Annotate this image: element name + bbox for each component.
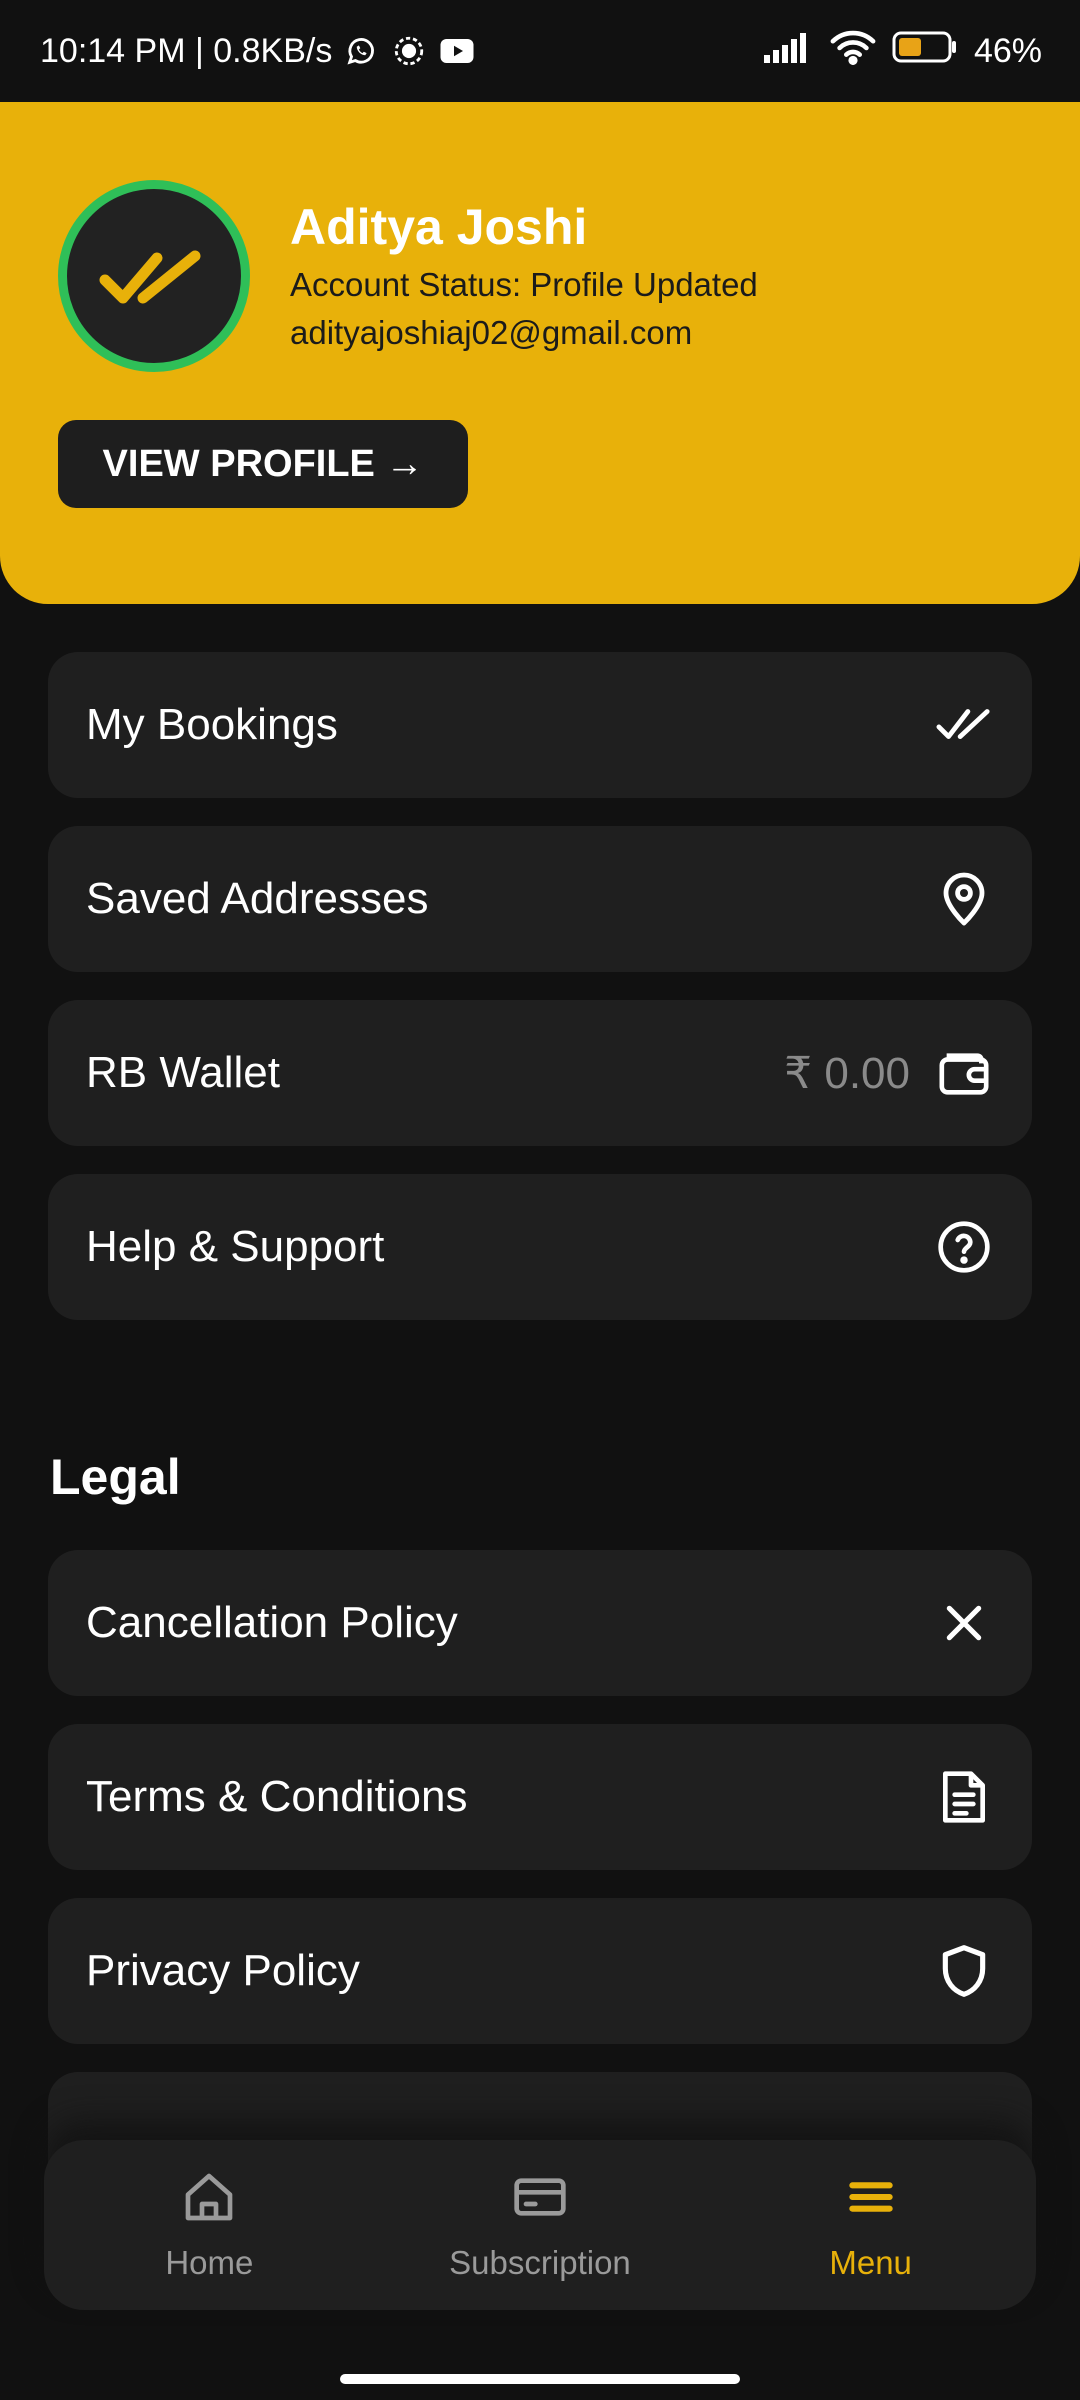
shield-icon (936, 1943, 992, 1999)
menu-item-label: Terms & Conditions (86, 1772, 468, 1821)
help-circle-icon (936, 1219, 992, 1275)
status-right: 46% (763, 29, 1042, 74)
user-email: adityajoshiaj02@gmail.com (290, 314, 693, 351)
menu-item-label: Cancellation Policy (86, 1598, 458, 1647)
card-icon (512, 2169, 568, 2230)
menu-item-label: Privacy Policy (86, 1946, 360, 1995)
menu-item-my-bookings[interactable]: My Bookings (48, 652, 1032, 798)
account-status: Account Status: Profile Updated (290, 266, 758, 303)
home-icon (181, 2169, 237, 2230)
location-pin-icon (936, 871, 992, 927)
nav-home-label: Home (165, 2243, 254, 2281)
close-icon (936, 1595, 992, 1651)
menu-item-label: My Bookings (86, 700, 338, 749)
menu-item-label: RB Wallet (86, 1048, 280, 1097)
status-left: 10:14 PM | 0.8KB/s (40, 32, 476, 71)
nav-menu-label: Menu (829, 2243, 912, 2281)
menu-item-terms-conditions[interactable]: Terms & Conditions (48, 1724, 1032, 1870)
nav-home[interactable]: Home (59, 2169, 359, 2282)
nav-subscription[interactable]: Subscription (390, 2169, 690, 2282)
legal-section-title: Legal (50, 1449, 181, 1505)
bottom-navigation: Home Subscription Menu (44, 2140, 1036, 2310)
nav-menu[interactable]: Menu (721, 2169, 1021, 2282)
menu-screen: 10:14 PM | 0.8KB/s 46% Aditya Joshi Acco… (0, 0, 1080, 2400)
double-check-icon (936, 697, 992, 753)
menu-item-cancellation-policy[interactable]: Cancellation Policy (48, 1550, 1032, 1696)
view-profile-button[interactable]: VIEW PROFILE → (58, 420, 468, 508)
whatsapp-icon (342, 32, 380, 70)
double-check-icon (99, 250, 201, 304)
nav-subscription-label: Subscription (449, 2243, 631, 2281)
menu-item-rb-wallet[interactable]: RB Wallet ₹ 0.00 (48, 1000, 1032, 1146)
youtube-icon (438, 32, 476, 70)
status-time-network: 10:14 PM | 0.8KB/s (40, 31, 333, 70)
status-bar: 10:14 PM | 0.8KB/s 46% (0, 0, 1080, 102)
wifi-icon (830, 29, 876, 74)
wallet-right: ₹ 0.00 (784, 1045, 992, 1101)
avatar[interactable] (58, 180, 250, 372)
battery-percentage: 46% (973, 31, 1042, 70)
profile-header: Aditya Joshi Account Status: Profile Upd… (0, 102, 1080, 604)
wallet-balance: ₹ 0.00 (784, 1048, 910, 1098)
battery-icon (892, 30, 958, 73)
hamburger-menu-icon (843, 2169, 899, 2230)
wallet-icon (936, 1045, 992, 1101)
menu-item-help-support[interactable]: Help & Support (48, 1174, 1032, 1320)
menu-item-privacy-policy[interactable]: Privacy Policy (48, 1898, 1032, 2044)
signal-app-icon (390, 32, 428, 70)
document-icon (936, 1769, 992, 1825)
menu-item-label: Saved Addresses (86, 874, 429, 923)
cell-signal-icon (763, 31, 814, 72)
menu-item-label: Help & Support (86, 1222, 385, 1271)
menu-item-saved-addresses[interactable]: Saved Addresses (48, 826, 1032, 972)
home-indicator[interactable] (340, 2374, 740, 2384)
user-name: Aditya Joshi (290, 199, 588, 255)
